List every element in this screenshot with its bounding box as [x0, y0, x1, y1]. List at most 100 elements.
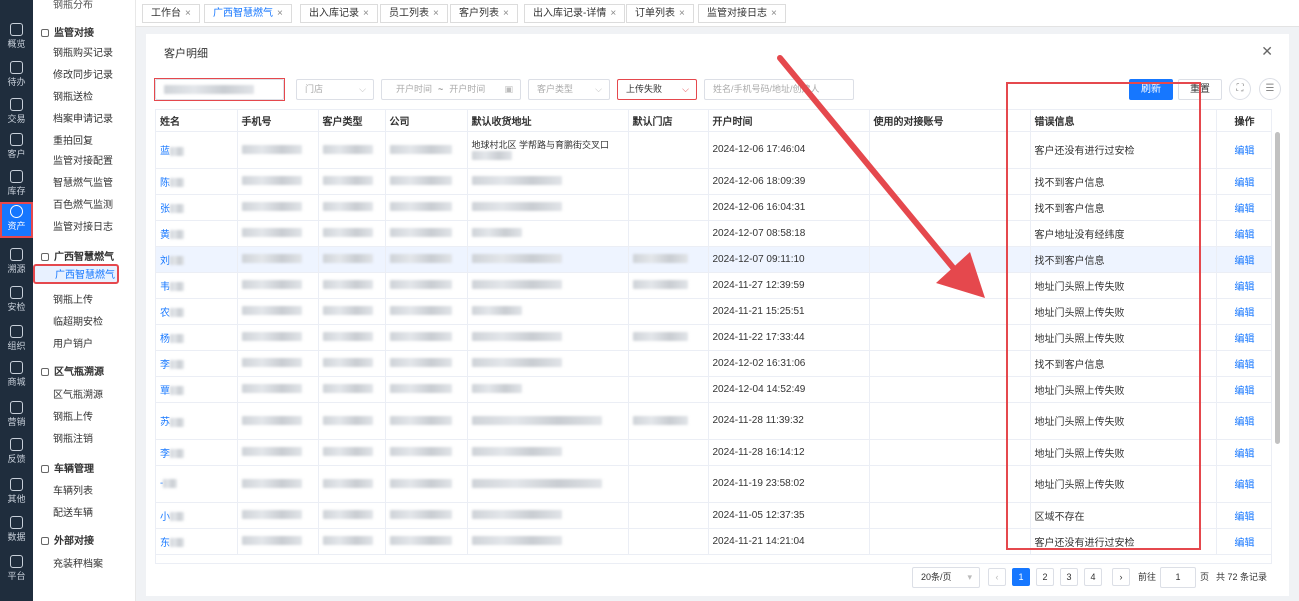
- menu-item[interactable]: 充装秤档案: [53, 555, 103, 570]
- tab[interactable]: 出入库记录-详情 ×: [524, 4, 626, 23]
- menu-group[interactable]: 外部对接: [41, 532, 94, 547]
- edit-link[interactable]: 编辑: [1216, 272, 1271, 299]
- page-number-button[interactable]: 1: [1012, 568, 1030, 586]
- rail-item-0[interactable]: 概览: [0, 20, 33, 56]
- tab[interactable]: 客户列表 ×: [450, 4, 518, 23]
- customer-name-link[interactable]: 杨: [160, 334, 170, 345]
- edit-link[interactable]: 编辑: [1216, 246, 1271, 273]
- menu-item[interactable]: 钢瓶送检: [53, 88, 93, 103]
- edit-link[interactable]: 编辑: [1216, 439, 1271, 466]
- rail-item-1[interactable]: 待办: [0, 58, 33, 94]
- customer-name-link[interactable]: 李: [160, 360, 170, 371]
- menu-group[interactable]: 广西智慧燃气: [41, 248, 114, 263]
- page-number-button[interactable]: 4: [1084, 568, 1102, 586]
- customer-name-link[interactable]: 李: [160, 449, 170, 460]
- rail-item-7[interactable]: 安检: [0, 283, 33, 319]
- customer-name-link[interactable]: 小: [160, 512, 170, 523]
- customer-name-link[interactable]: 农: [160, 308, 170, 319]
- close-tab-icon[interactable]: ×: [185, 8, 191, 19]
- prev-page-button[interactable]: ‹: [988, 568, 1006, 586]
- table-row[interactable]: 农 2024-11-21 15:25:51 地址门头照上传失败 编辑: [156, 298, 1271, 325]
- next-page-button[interactable]: ›: [1112, 568, 1130, 586]
- edit-link[interactable]: 编辑: [1216, 324, 1271, 351]
- edit-link[interactable]: 编辑: [1216, 350, 1271, 377]
- close-tab-icon[interactable]: ×: [277, 8, 283, 19]
- menu-item[interactable]: 智慧燃气监管: [53, 174, 113, 189]
- tab[interactable]: 工作台 ×: [142, 4, 200, 23]
- menu-item[interactable]: 钢瓶上传: [53, 291, 93, 306]
- close-tab-icon[interactable]: ×: [433, 8, 439, 19]
- tab[interactable]: 订单列表 ×: [626, 4, 694, 23]
- table-row[interactable]: 黄 2024-12-07 08:58:18 客户地址没有经纬度 编辑: [156, 220, 1271, 247]
- table-row[interactable]: 东 2024-11-21 14:21:04 客户还没有进行过安检 编辑: [156, 528, 1271, 555]
- menu-item[interactable]: 车辆列表: [53, 482, 93, 497]
- rail-item-4[interactable]: 库存: [0, 167, 33, 203]
- rail-item-5[interactable]: 资产: [0, 202, 33, 238]
- rail-item-13[interactable]: 数据: [0, 513, 33, 549]
- edit-link[interactable]: 编辑: [1216, 402, 1271, 440]
- menu-item[interactable]: 临超期安检: [53, 313, 103, 328]
- customer-name-link[interactable]: 蓝: [160, 146, 170, 157]
- close-tab-icon[interactable]: ×: [503, 8, 509, 19]
- fullscreen-icon[interactable]: ⛶: [1229, 78, 1251, 100]
- rail-item-8[interactable]: 组织: [0, 322, 33, 358]
- rail-item-12[interactable]: 其他: [0, 475, 33, 511]
- menu-group[interactable]: 区气瓶溯源: [41, 363, 104, 378]
- customer-name-link[interactable]: 东: [160, 538, 170, 549]
- table-row[interactable]: 韦 2024-11-27 12:39:59 地址门头照上传失败 编辑: [156, 272, 1271, 299]
- menu-item[interactable]: 配送车辆: [53, 504, 93, 519]
- menu-item[interactable]: 钢瓶购买记录: [53, 44, 113, 59]
- close-tab-icon[interactable]: ×: [771, 8, 777, 19]
- rail-item-10[interactable]: 营销: [0, 398, 33, 434]
- menu-item-cut[interactable]: 钢瓶分布: [53, 0, 93, 11]
- date-range-picker[interactable]: 开户时间 ~ 开户时间 ▣: [381, 79, 521, 100]
- rail-item-2[interactable]: 交易: [0, 95, 33, 131]
- store-select[interactable]: 门店 ⌵: [296, 79, 374, 100]
- edit-link[interactable]: 编辑: [1216, 376, 1271, 403]
- customer-name-link[interactable]: 苏: [160, 417, 170, 428]
- menu-group[interactable]: 监管对接: [41, 24, 94, 39]
- upload-status-select[interactable]: 上传失败 ⌵: [617, 79, 697, 100]
- refresh-button[interactable]: 刷新: [1129, 79, 1173, 100]
- close-icon[interactable]: ✕: [1261, 43, 1273, 60]
- table-row[interactable]: 刘 2024-12-07 09:11:10 找不到客户信息 编辑: [156, 246, 1271, 273]
- customer-name-link[interactable]: 韦: [160, 282, 170, 293]
- table-row[interactable]: -2024-11-19 23:58:02 地址门头照上传失败 编辑: [156, 465, 1271, 503]
- customer-type-select[interactable]: 客户类型 ⌵: [528, 79, 610, 100]
- rail-item-11[interactable]: 反馈: [0, 435, 33, 471]
- table-row[interactable]: 李 2024-12-02 16:31:06 找不到客户信息 编辑: [156, 350, 1271, 377]
- search-input[interactable]: 姓名/手机号码/地址/创建人: [704, 79, 854, 100]
- table-row[interactable]: 覃 2024-12-04 14:52:49 地址门头照上传失败 编辑: [156, 376, 1271, 403]
- table-row[interactable]: 张 2024-12-06 16:04:31 找不到客户信息 编辑: [156, 194, 1271, 221]
- menu-item[interactable]: 区气瓶溯源: [53, 386, 103, 401]
- tab[interactable]: 广西智慧燃气 ×: [204, 4, 292, 23]
- rail-item-3[interactable]: 客户: [0, 130, 33, 166]
- menu-item[interactable]: 百色燃气监测: [53, 196, 113, 211]
- edit-link[interactable]: 编辑: [1216, 298, 1271, 325]
- tab[interactable]: 出入库记录 ×: [300, 4, 378, 23]
- menu-item[interactable]: 重拍回复: [53, 132, 93, 147]
- reset-button[interactable]: 重置: [1178, 79, 1222, 100]
- customer-name-link[interactable]: 刘: [160, 256, 170, 267]
- menu-item[interactable]: 钢瓶注销: [53, 430, 93, 445]
- table-row[interactable]: 蓝 地球村北区 学帮路与育鹏街交叉口 2024-12-06 17:46:04 客户还没…: [156, 131, 1271, 169]
- table-row[interactable]: 陈 2024-12-06 18:09:39 找不到客户信息 编辑: [156, 168, 1271, 195]
- edit-link[interactable]: 编辑: [1216, 528, 1271, 555]
- close-tab-icon[interactable]: ×: [363, 8, 369, 19]
- edit-link[interactable]: 编辑: [1216, 168, 1271, 195]
- edit-link[interactable]: 编辑: [1216, 131, 1271, 169]
- menu-item[interactable]: 用户销户: [53, 335, 93, 350]
- menu-item[interactable]: 档案申请记录: [53, 110, 113, 125]
- customer-name-link[interactable]: 黄: [160, 230, 170, 241]
- customer-name-link[interactable]: 张: [160, 204, 170, 215]
- menu-item[interactable]: 钢瓶上传: [53, 408, 93, 423]
- rail-item-14[interactable]: 平台: [0, 552, 33, 588]
- page-number-button[interactable]: 2: [1036, 568, 1054, 586]
- menu-item[interactable]: 修改同步记录: [53, 66, 113, 81]
- table-scrollbar[interactable]: [1275, 132, 1280, 444]
- rail-item-6[interactable]: 溯源: [0, 245, 33, 281]
- table-row[interactable]: 小 2024-11-05 12:37:35 区域不存在 编辑: [156, 502, 1271, 529]
- tab[interactable]: 员工列表 ×: [380, 4, 448, 23]
- page-number-button[interactable]: 3: [1060, 568, 1078, 586]
- customer-name-link[interactable]: 覃: [160, 386, 170, 397]
